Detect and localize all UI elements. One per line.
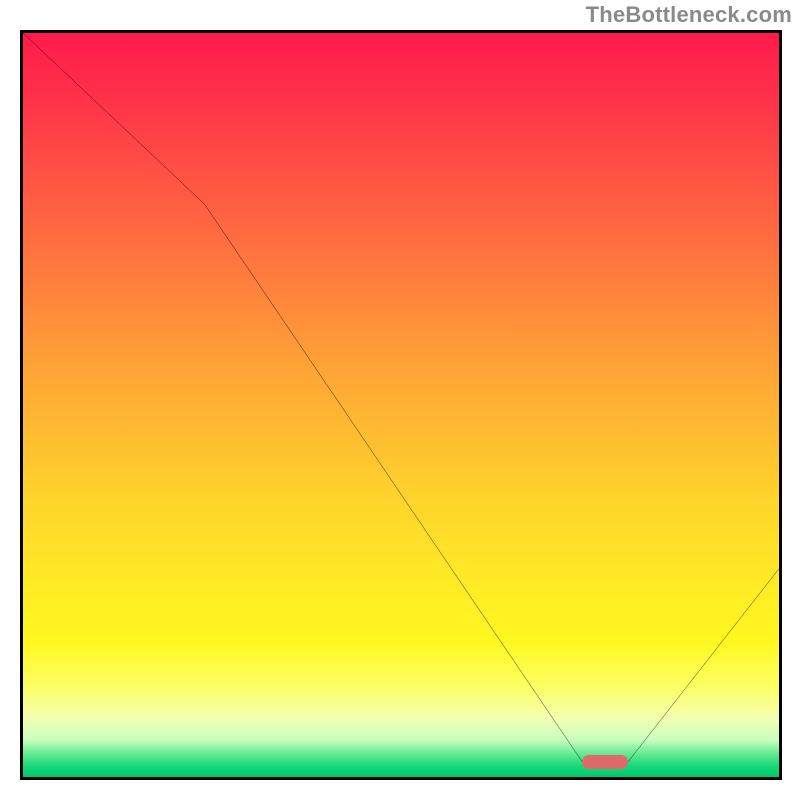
watermark-text: TheBottleneck.com [586,2,792,28]
chart-container: TheBottleneck.com [0,0,800,800]
curve-path [23,33,779,762]
bottleneck-curve [23,33,779,777]
optimal-range-marker [582,755,627,769]
plot-frame [20,30,782,780]
